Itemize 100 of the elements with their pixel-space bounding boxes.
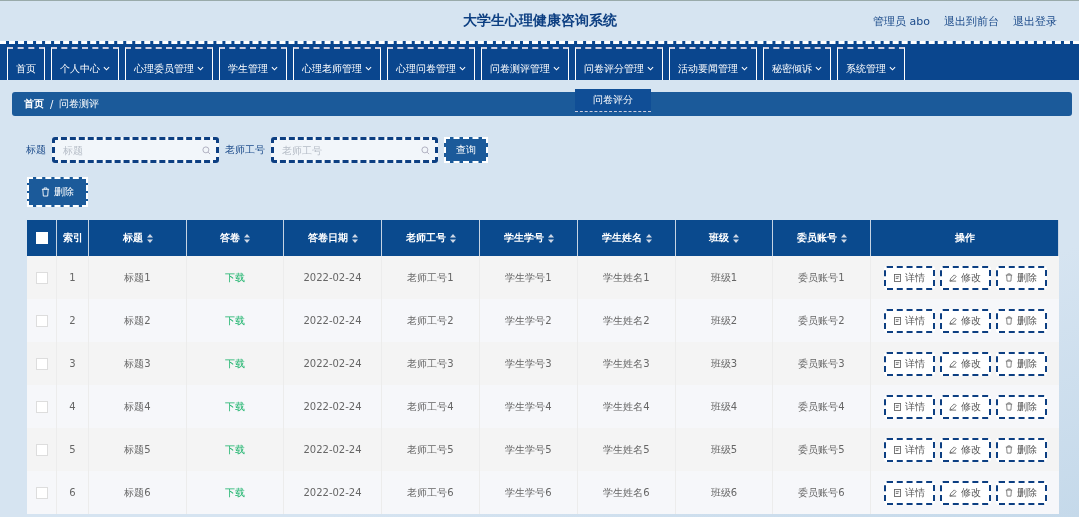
table-cell: 学生学号5 bbox=[505, 442, 552, 457]
edit-button[interactable]: 修改 bbox=[939, 394, 991, 419]
table-cell: 2022-02-24 bbox=[303, 272, 362, 283]
table-cell: 2022-02-24 bbox=[303, 358, 362, 369]
table-cell: 2 bbox=[69, 315, 76, 326]
pencil-icon bbox=[949, 316, 957, 325]
details-button[interactable]: 详情 bbox=[883, 394, 935, 419]
nav-tab[interactable]: 首页 bbox=[7, 47, 45, 80]
sort-icon[interactable] bbox=[146, 233, 153, 243]
header-link[interactable]: 退出登录 bbox=[1013, 13, 1057, 29]
pencil-icon bbox=[949, 273, 957, 282]
details-button[interactable]: 详情 bbox=[883, 480, 935, 505]
nav-tab[interactable]: 问卷评分管理 bbox=[575, 47, 663, 80]
table-cell: 老师工号3 bbox=[407, 356, 454, 371]
delete-row-button[interactable]: 删除 bbox=[995, 394, 1047, 419]
nav-tab[interactable]: 活动要闻管理 bbox=[669, 47, 757, 80]
app-title: 大学生心理健康咨询系统 bbox=[462, 12, 617, 30]
table-cell: 标题2 bbox=[124, 313, 151, 328]
sort-icon[interactable] bbox=[645, 233, 652, 243]
details-button[interactable]: 详情 bbox=[883, 437, 935, 462]
row-checkbox[interactable] bbox=[35, 486, 48, 499]
caret-icon bbox=[741, 66, 748, 71]
row-checkbox[interactable] bbox=[35, 443, 48, 456]
nav-tab[interactable]: 心理老师管理 bbox=[293, 47, 381, 80]
details-button[interactable]: 详情 bbox=[883, 308, 935, 333]
caret-icon bbox=[271, 66, 278, 71]
table-cell: 2022-02-24 bbox=[303, 401, 362, 412]
table-cell: 班级2 bbox=[710, 313, 738, 328]
sort-icon[interactable] bbox=[547, 233, 554, 243]
table-cell: 班级4 bbox=[710, 399, 738, 414]
pencil-icon bbox=[949, 359, 957, 368]
edit-button[interactable]: 修改 bbox=[939, 437, 991, 462]
table-cell: 学生姓名4 bbox=[603, 399, 650, 414]
edit-button[interactable]: 修改 bbox=[939, 351, 991, 376]
search-icon bbox=[202, 145, 211, 155]
breadcrumb-separator: / bbox=[50, 98, 54, 110]
edit-button[interactable]: 修改 bbox=[939, 265, 991, 290]
edit-button[interactable]: 修改 bbox=[939, 308, 991, 333]
caret-icon bbox=[197, 66, 204, 71]
delete-row-button[interactable]: 删除 bbox=[995, 265, 1047, 290]
pencil-icon bbox=[949, 402, 957, 411]
table-cell: 5 bbox=[69, 444, 76, 455]
trash-icon bbox=[1005, 445, 1013, 454]
header-link[interactable]: 退出到前台 bbox=[944, 13, 999, 29]
table-cell: 2022-02-24 bbox=[303, 487, 362, 498]
user-link[interactable]: 管理员 abo bbox=[873, 13, 930, 29]
delete-row-button[interactable]: 删除 bbox=[995, 351, 1047, 376]
caret-icon bbox=[815, 66, 822, 71]
nav-tab[interactable]: 心理问卷管理 bbox=[387, 47, 475, 80]
table-cell: 学生姓名1 bbox=[603, 270, 650, 285]
caret-icon bbox=[647, 66, 654, 71]
caret-icon bbox=[553, 66, 560, 71]
sort-icon[interactable] bbox=[733, 233, 739, 243]
table-cell: 1 bbox=[69, 272, 76, 283]
row-checkbox[interactable] bbox=[35, 314, 48, 327]
document-icon bbox=[893, 359, 901, 368]
search-icon bbox=[421, 145, 430, 155]
sort-icon[interactable] bbox=[351, 233, 358, 243]
sort-icon[interactable] bbox=[840, 233, 847, 243]
table-cell: 标题3 bbox=[124, 356, 151, 371]
table-cell: 学生学号4 bbox=[505, 399, 552, 414]
breadcrumb-item[interactable]: 首页 bbox=[24, 97, 44, 111]
nav-tab[interactable]: 个人中心 bbox=[51, 47, 119, 80]
nav-tab[interactable]: 系统管理 bbox=[837, 47, 905, 80]
nav-tab[interactable]: 学生管理 bbox=[219, 47, 287, 80]
table-cell: 学生学号3 bbox=[505, 356, 552, 371]
details-button[interactable]: 详情 bbox=[883, 351, 935, 376]
nav-tab[interactable]: 秘密倾诉 bbox=[763, 47, 831, 80]
document-icon bbox=[893, 273, 901, 282]
caret-icon bbox=[459, 66, 466, 71]
table-cell: 委员账号3 bbox=[798, 356, 845, 371]
sort-icon[interactable] bbox=[449, 233, 456, 243]
details-button[interactable]: 详情 bbox=[883, 265, 935, 290]
delete-button[interactable]: 删除 bbox=[27, 177, 88, 207]
table-cell: 学生学号6 bbox=[505, 485, 552, 500]
sort-icon[interactable] bbox=[244, 233, 250, 243]
pencil-icon bbox=[949, 445, 957, 454]
breadcrumb-item[interactable]: 问卷测评 bbox=[59, 97, 100, 111]
delete-row-button[interactable]: 删除 bbox=[995, 437, 1047, 462]
dropdown-item[interactable]: 问卷评分 bbox=[575, 89, 651, 112]
document-icon bbox=[893, 488, 901, 497]
table-cell: 4 bbox=[69, 401, 76, 412]
query-button[interactable]: 查询 bbox=[444, 137, 488, 163]
trash-icon bbox=[1005, 273, 1013, 282]
row-checkbox[interactable] bbox=[35, 357, 48, 370]
table-cell: 标题6 bbox=[124, 485, 151, 500]
table-cell: 6 bbox=[69, 487, 76, 498]
delete-row-button[interactable]: 删除 bbox=[995, 308, 1047, 333]
row-checkbox[interactable] bbox=[35, 271, 48, 284]
select-all-checkbox[interactable] bbox=[35, 232, 48, 244]
nav-tab[interactable]: 问卷测评管理 bbox=[481, 47, 569, 80]
table-cell: 委员账号2 bbox=[798, 313, 845, 328]
table-cell: 学生学号2 bbox=[505, 313, 552, 328]
pencil-icon bbox=[949, 488, 957, 497]
field-label: 老师工号 bbox=[225, 143, 265, 157]
table-cell: 老师工号2 bbox=[407, 313, 454, 328]
nav-tab[interactable]: 心理委员管理 bbox=[125, 47, 213, 80]
row-checkbox[interactable] bbox=[35, 400, 48, 413]
edit-button[interactable]: 修改 bbox=[939, 480, 991, 505]
delete-row-button[interactable]: 删除 bbox=[995, 480, 1047, 505]
